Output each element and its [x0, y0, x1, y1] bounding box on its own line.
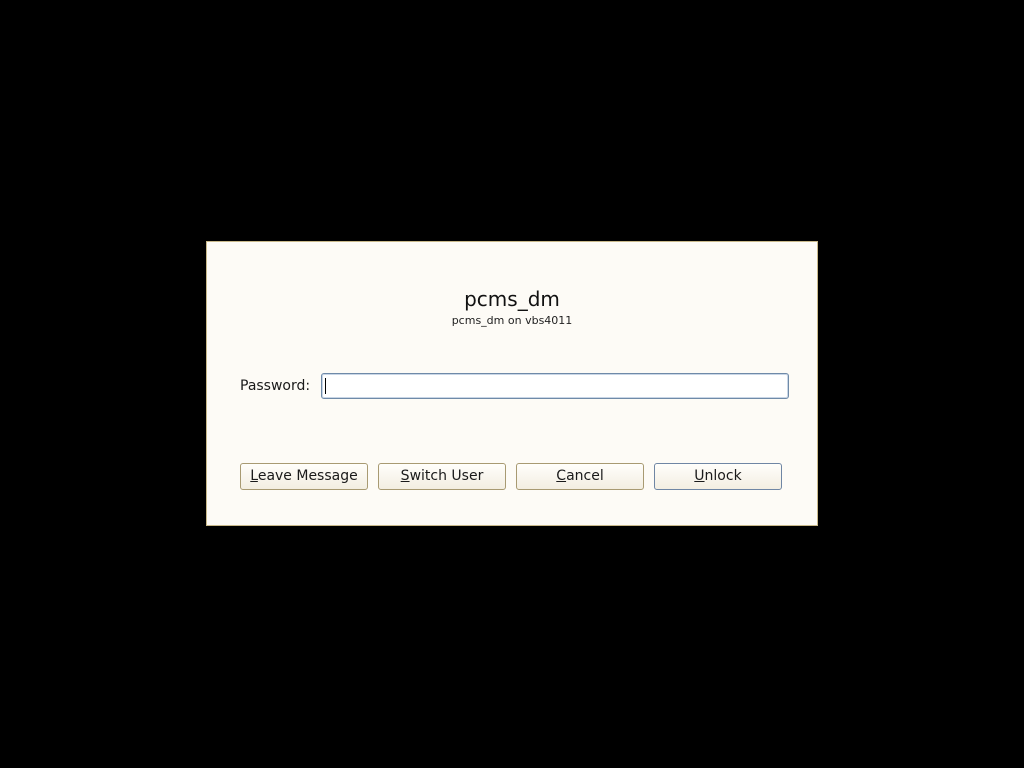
leave-message-button[interactable]: Leave Message	[240, 463, 368, 490]
lock-screen: pcms_dm pcms_dm on vbs4011 Password: Lea…	[0, 0, 1024, 768]
leave-message-mnemonic: L	[250, 468, 258, 484]
user-name: pcms_dm	[464, 287, 560, 311]
leave-message-label: eave Message	[257, 468, 358, 484]
password-field[interactable]	[321, 373, 789, 399]
user-host-label: pcms_dm on vbs4011	[451, 314, 573, 327]
unlock-mnemonic: U	[694, 468, 705, 484]
cancel-label: ancel	[566, 468, 604, 484]
unlock-label: nlock	[704, 468, 742, 484]
switch-user-button[interactable]: Switch User	[378, 463, 506, 490]
cancel-button[interactable]: Cancel	[516, 463, 644, 490]
unlock-button[interactable]: Unlock	[654, 463, 782, 490]
switch-user-label: witch User	[409, 468, 484, 484]
unlock-dialog: pcms_dm pcms_dm on vbs4011 Password: Lea…	[206, 241, 818, 526]
switch-user-mnemonic: S	[400, 468, 410, 484]
cancel-mnemonic: C	[556, 468, 567, 484]
password-label: Password:	[240, 378, 311, 394]
text-cursor	[325, 378, 326, 394]
